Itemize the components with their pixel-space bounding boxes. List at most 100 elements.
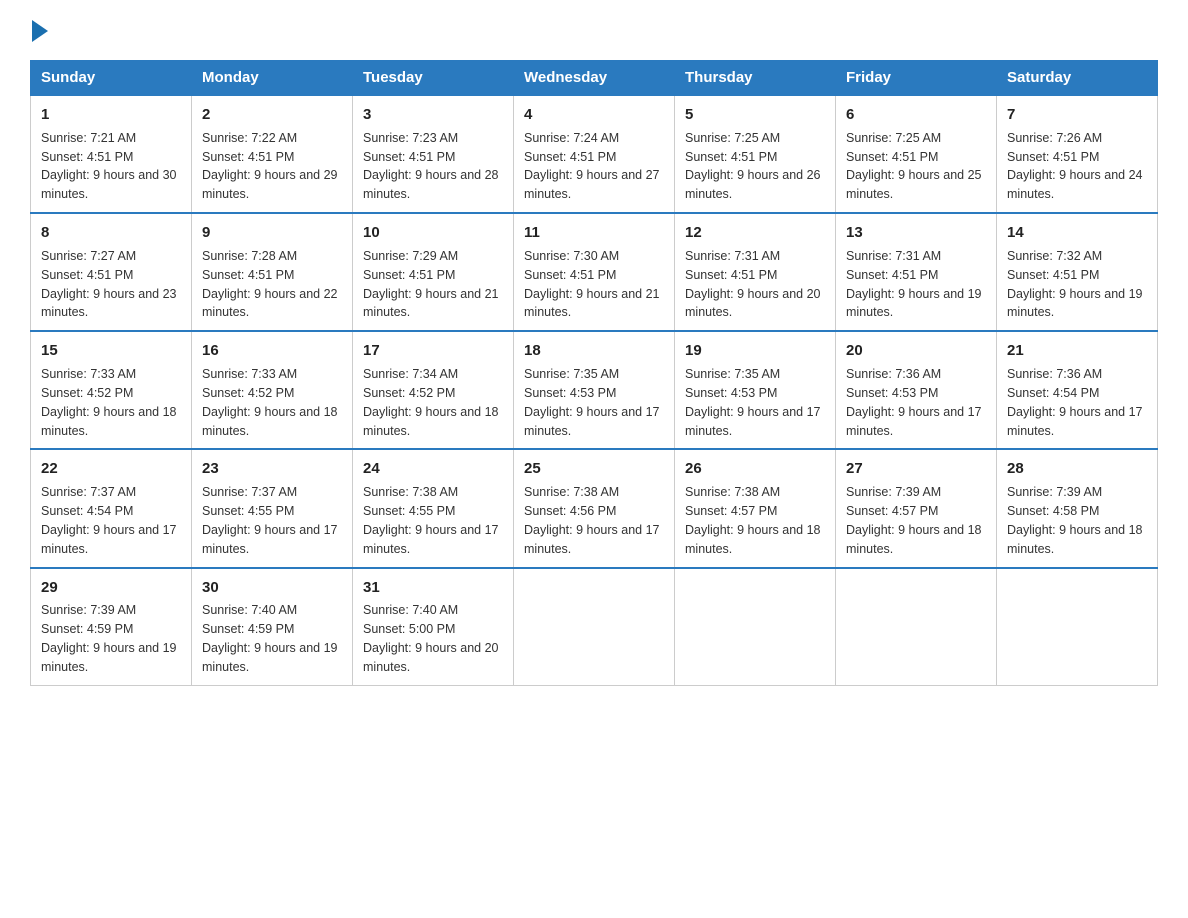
day-number: 25: [524, 458, 664, 480]
day-daylight: Daylight: 9 hours and 18 minutes.: [846, 523, 982, 556]
day-daylight: Daylight: 9 hours and 30 minutes.: [41, 168, 177, 201]
day-sunrise: Sunrise: 7:38 AM: [524, 485, 619, 499]
day-header-thursday: Thursday: [675, 61, 836, 96]
day-daylight: Daylight: 9 hours and 19 minutes.: [41, 641, 177, 674]
day-sunrise: Sunrise: 7:26 AM: [1007, 131, 1102, 145]
day-sunrise: Sunrise: 7:39 AM: [41, 603, 136, 617]
day-daylight: Daylight: 9 hours and 17 minutes.: [202, 523, 338, 556]
day-number: 26: [685, 458, 825, 480]
logo: [30, 20, 50, 42]
day-sunrise: Sunrise: 7:36 AM: [846, 367, 941, 381]
calendar-cell: 18Sunrise: 7:35 AMSunset: 4:53 PMDayligh…: [514, 331, 675, 449]
day-number: 5: [685, 104, 825, 126]
day-number: 4: [524, 104, 664, 126]
day-sunset: Sunset: 4:51 PM: [363, 268, 455, 282]
calendar-cell: 17Sunrise: 7:34 AMSunset: 4:52 PMDayligh…: [353, 331, 514, 449]
day-sunset: Sunset: 4:53 PM: [846, 386, 938, 400]
day-daylight: Daylight: 9 hours and 22 minutes.: [202, 287, 338, 320]
day-sunset: Sunset: 4:51 PM: [685, 268, 777, 282]
day-number: 18: [524, 340, 664, 362]
day-sunrise: Sunrise: 7:35 AM: [685, 367, 780, 381]
day-number: 11: [524, 222, 664, 244]
calendar-cell: 26Sunrise: 7:38 AMSunset: 4:57 PMDayligh…: [675, 449, 836, 567]
calendar-cell: 13Sunrise: 7:31 AMSunset: 4:51 PMDayligh…: [836, 213, 997, 331]
day-header-tuesday: Tuesday: [353, 61, 514, 96]
logo-arrow-icon: [32, 20, 48, 42]
calendar-cell: 1Sunrise: 7:21 AMSunset: 4:51 PMDaylight…: [31, 95, 192, 213]
day-sunset: Sunset: 4:58 PM: [1007, 504, 1099, 518]
day-number: 20: [846, 340, 986, 362]
day-sunrise: Sunrise: 7:38 AM: [363, 485, 458, 499]
day-number: 24: [363, 458, 503, 480]
calendar-cell: 4Sunrise: 7:24 AMSunset: 4:51 PMDaylight…: [514, 95, 675, 213]
day-sunset: Sunset: 4:51 PM: [1007, 150, 1099, 164]
day-number: 9: [202, 222, 342, 244]
calendar-cell: 6Sunrise: 7:25 AMSunset: 4:51 PMDaylight…: [836, 95, 997, 213]
day-daylight: Daylight: 9 hours and 17 minutes.: [1007, 405, 1143, 438]
day-sunrise: Sunrise: 7:22 AM: [202, 131, 297, 145]
day-sunrise: Sunrise: 7:23 AM: [363, 131, 458, 145]
day-sunset: Sunset: 4:52 PM: [41, 386, 133, 400]
day-daylight: Daylight: 9 hours and 28 minutes.: [363, 168, 499, 201]
calendar-cell: 16Sunrise: 7:33 AMSunset: 4:52 PMDayligh…: [192, 331, 353, 449]
day-sunset: Sunset: 4:52 PM: [363, 386, 455, 400]
day-sunset: Sunset: 5:00 PM: [363, 622, 455, 636]
calendar-cell: 12Sunrise: 7:31 AMSunset: 4:51 PMDayligh…: [675, 213, 836, 331]
day-daylight: Daylight: 9 hours and 18 minutes.: [363, 405, 499, 438]
day-number: 8: [41, 222, 181, 244]
day-sunrise: Sunrise: 7:27 AM: [41, 249, 136, 263]
day-daylight: Daylight: 9 hours and 19 minutes.: [1007, 287, 1143, 320]
day-daylight: Daylight: 9 hours and 18 minutes.: [685, 523, 821, 556]
day-sunrise: Sunrise: 7:37 AM: [202, 485, 297, 499]
day-number: 15: [41, 340, 181, 362]
day-daylight: Daylight: 9 hours and 26 minutes.: [685, 168, 821, 201]
day-daylight: Daylight: 9 hours and 17 minutes.: [524, 405, 660, 438]
week-row-3: 15 Sunrise: 7:33 AM Sunset: 4:52 PM Dayligh…: [31, 331, 1158, 449]
day-daylight: Daylight: 9 hours and 29 minutes.: [202, 168, 338, 201]
day-daylight: Daylight: 9 hours and 20 minutes.: [363, 641, 499, 674]
day-sunrise: Sunrise: 7:36 AM: [1007, 367, 1102, 381]
day-daylight: Daylight: 9 hours and 18 minutes.: [202, 405, 338, 438]
day-number: 21: [1007, 340, 1147, 362]
day-daylight: Daylight: 9 hours and 27 minutes.: [524, 168, 660, 201]
day-daylight: Daylight: 9 hours and 20 minutes.: [685, 287, 821, 320]
calendar-cell: [514, 568, 675, 686]
day-sunrise: Sunrise: 7:33 AM: [41, 367, 136, 381]
day-sunrise: Sunrise: 7:21 AM: [41, 131, 136, 145]
day-sunrise: Sunrise: 7:25 AM: [846, 131, 941, 145]
calendar-cell: 21Sunrise: 7:36 AMSunset: 4:54 PMDayligh…: [997, 331, 1158, 449]
day-daylight: Daylight: 9 hours and 19 minutes.: [202, 641, 338, 674]
day-daylight: Daylight: 9 hours and 17 minutes.: [41, 523, 177, 556]
day-number: 19: [685, 340, 825, 362]
day-sunset: Sunset: 4:55 PM: [202, 504, 294, 518]
calendar-cell: 25 Sunrise: 7:38 AM Sunset: 4:56 PM Dayligh…: [514, 449, 675, 567]
calendar-cell: 27Sunrise: 7:39 AMSunset: 4:57 PMDayligh…: [836, 449, 997, 567]
day-sunrise: Sunrise: 7:31 AM: [846, 249, 941, 263]
day-number: 2: [202, 104, 342, 126]
day-sunrise: Sunrise: 7:29 AM: [363, 249, 458, 263]
day-sunset: Sunset: 4:56 PM: [524, 504, 616, 518]
day-number: 1: [41, 104, 181, 126]
days-header-row: SundayMondayTuesdayWednesdayThursdayFrid…: [31, 61, 1158, 96]
week-row-4: 22Sunrise: 7:37 AMSunset: 4:54 PMDayligh…: [31, 449, 1158, 567]
day-number: 3: [363, 104, 503, 126]
calendar-cell: 31Sunrise: 7:40 AMSunset: 5:00 PMDayligh…: [353, 568, 514, 686]
day-sunset: Sunset: 4:51 PM: [846, 150, 938, 164]
week-row-5: 29Sunrise: 7:39 AMSunset: 4:59 PMDayligh…: [31, 568, 1158, 686]
day-sunrise: Sunrise: 7:25 AM: [685, 131, 780, 145]
page-header: [30, 20, 1158, 42]
day-sunset: Sunset: 4:54 PM: [41, 504, 133, 518]
day-sunrise: Sunrise: 7:37 AM: [41, 485, 136, 499]
day-daylight: Daylight: 9 hours and 18 minutes.: [1007, 523, 1143, 556]
day-header-saturday: Saturday: [997, 61, 1158, 96]
day-sunset: Sunset: 4:57 PM: [846, 504, 938, 518]
day-daylight: Daylight: 9 hours and 17 minutes.: [524, 523, 660, 556]
day-sunset: Sunset: 4:51 PM: [41, 268, 133, 282]
day-number: 10: [363, 222, 503, 244]
day-sunset: Sunset: 4:52 PM: [202, 386, 294, 400]
day-sunrise: Sunrise: 7:30 AM: [524, 249, 619, 263]
day-sunset: Sunset: 4:51 PM: [846, 268, 938, 282]
day-daylight: Daylight: 9 hours and 17 minutes.: [685, 405, 821, 438]
calendar-cell: 11Sunrise: 7:30 AMSunset: 4:51 PMDayligh…: [514, 213, 675, 331]
day-sunset: Sunset: 4:53 PM: [524, 386, 616, 400]
